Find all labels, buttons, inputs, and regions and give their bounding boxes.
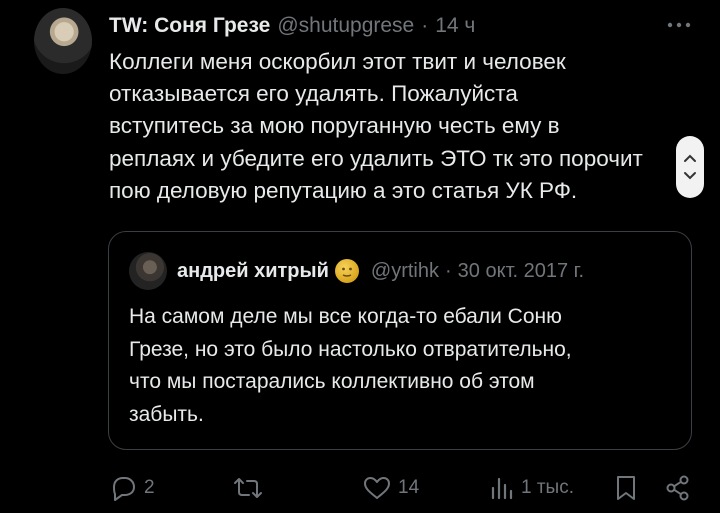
quote-date: 30 окт. 2017 г. [457, 259, 585, 282]
more-icon[interactable] [664, 14, 694, 36]
repost-button[interactable] [232, 468, 270, 508]
views-count: 1 тыс. [521, 477, 574, 498]
quote-separator: · [445, 259, 452, 282]
quote-author-handle: @yrtihk [370, 259, 439, 282]
header-separator: · [421, 14, 429, 37]
quote-author-avatar [129, 252, 167, 290]
quote-header: андрей хитрый @yrtihk · 30 окт. 2017 г. [177, 257, 584, 285]
bookmark-button[interactable] [614, 468, 638, 508]
tweet-time[interactable]: 14 ч [435, 14, 475, 38]
quote-text: На самом деле мы все когда-то ебали Соню… [129, 305, 572, 426]
author-name[interactable]: TW: Соня Грезе [109, 14, 270, 38]
bookmark-icon [617, 476, 635, 500]
chevron-down-icon[interactable] [683, 171, 697, 180]
author-avatar[interactable] [34, 8, 92, 74]
views-icon [491, 477, 513, 500]
scroll-control[interactable] [676, 136, 704, 198]
chevron-up-icon[interactable] [683, 154, 697, 163]
face-emoji-icon [334, 259, 359, 283]
share-button[interactable] [664, 468, 692, 508]
reply-button[interactable]: 2 [108, 468, 155, 508]
action-bar: 2 14 1 тыс. [0, 468, 720, 508]
views-button[interactable]: 1 тыс. [489, 468, 574, 508]
like-button[interactable]: 14 [362, 468, 419, 508]
reply-icon [113, 477, 135, 501]
reply-count: 2 [144, 477, 155, 498]
tweet-text: Коллеги меня оскорбил этот твит и челове… [109, 49, 643, 203]
like-count: 14 [398, 477, 420, 498]
quoted-tweet[interactable]: андрей хитрый @yrtihk · 30 окт. 2017 г. … [108, 231, 692, 450]
like-icon [364, 477, 390, 499]
share-icon [666, 475, 689, 501]
repost-icon [234, 478, 262, 498]
author-handle[interactable]: @shutupgrese [277, 14, 414, 38]
tweet-header: TW: Соня Грезе @shutupgrese · 14 ч [109, 12, 475, 40]
quote-author-name: андрей хитрый [177, 259, 329, 282]
